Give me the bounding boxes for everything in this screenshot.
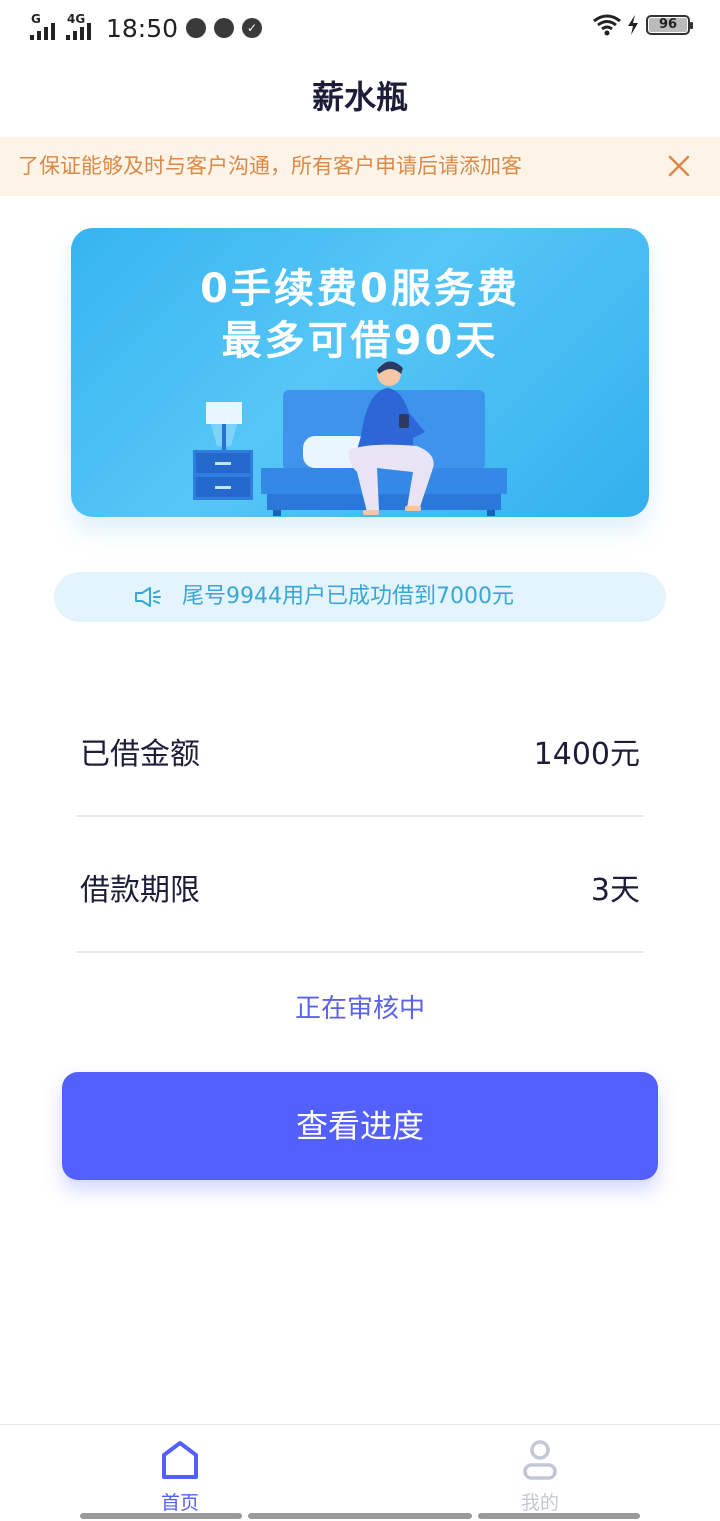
battery-icon: 96 bbox=[646, 15, 693, 35]
notice-bar: 了保证能够及时与客户沟通，所有客户申请后请添加客 bbox=[0, 137, 720, 196]
megaphone-icon bbox=[135, 587, 161, 607]
tab-mine-label: 我的 bbox=[520, 1492, 559, 1514]
tab-mine[interactable]: 我的 bbox=[440, 1425, 640, 1515]
app-notification-icon bbox=[186, 18, 207, 38]
gesture-bar-segment bbox=[248, 1513, 472, 1519]
wifi-icon bbox=[593, 14, 621, 36]
bottom-tab-bar: 首页 我的 bbox=[0, 1424, 720, 1521]
borrowed-amount-row: 已借金额 1400元 bbox=[76, 681, 644, 817]
borrowed-amount-label: 已借金额 bbox=[80, 737, 200, 772]
charging-icon bbox=[628, 15, 638, 35]
borrowed-amount-value: 1400元 bbox=[533, 737, 640, 772]
loan-term-label: 借款期限 bbox=[80, 873, 200, 908]
loan-broadcast-ticker: 尾号9944用户已成功借到7000元 bbox=[54, 572, 666, 622]
loan-term-row: 借款期限 3天 bbox=[76, 817, 644, 953]
banner-headline: 0手续费0服务费 bbox=[200, 266, 520, 312]
loan-term-value: 3天 bbox=[590, 873, 640, 908]
message-notification-icon bbox=[214, 18, 235, 38]
battery-percent: 96 bbox=[658, 17, 678, 32]
page-title: 薪水瓶 bbox=[311, 78, 408, 116]
cellular-signal-icon: G bbox=[30, 12, 62, 42]
view-progress-button[interactable]: 查看进度 bbox=[62, 1072, 658, 1180]
person-on-bed-illustration bbox=[193, 361, 507, 516]
status-time: 18:50 bbox=[106, 13, 179, 43]
review-status-text: 正在审核中 bbox=[294, 994, 425, 1024]
tab-home[interactable]: 首页 bbox=[80, 1425, 280, 1515]
close-icon[interactable] bbox=[664, 151, 694, 181]
check-notification-icon: ✓ bbox=[242, 18, 263, 38]
tab-home-label: 首页 bbox=[160, 1492, 199, 1514]
user-icon bbox=[523, 1440, 557, 1480]
promo-banner[interactable]: 0手续费0服务费 最多可借90天 bbox=[71, 228, 649, 517]
gesture-bar-segment bbox=[80, 1513, 242, 1519]
cellular-signal-4g-icon: 4G bbox=[66, 12, 98, 42]
home-icon bbox=[162, 1441, 198, 1479]
status-bar: G 4G 18:50 ✓ 96 bbox=[0, 0, 720, 56]
notice-text: 了保证能够及时与客户沟通，所有客户申请后请添加客 bbox=[18, 154, 522, 178]
gesture-bar-segment bbox=[478, 1513, 640, 1519]
broadcast-text: 尾号9944用户已成功借到7000元 bbox=[182, 584, 514, 609]
